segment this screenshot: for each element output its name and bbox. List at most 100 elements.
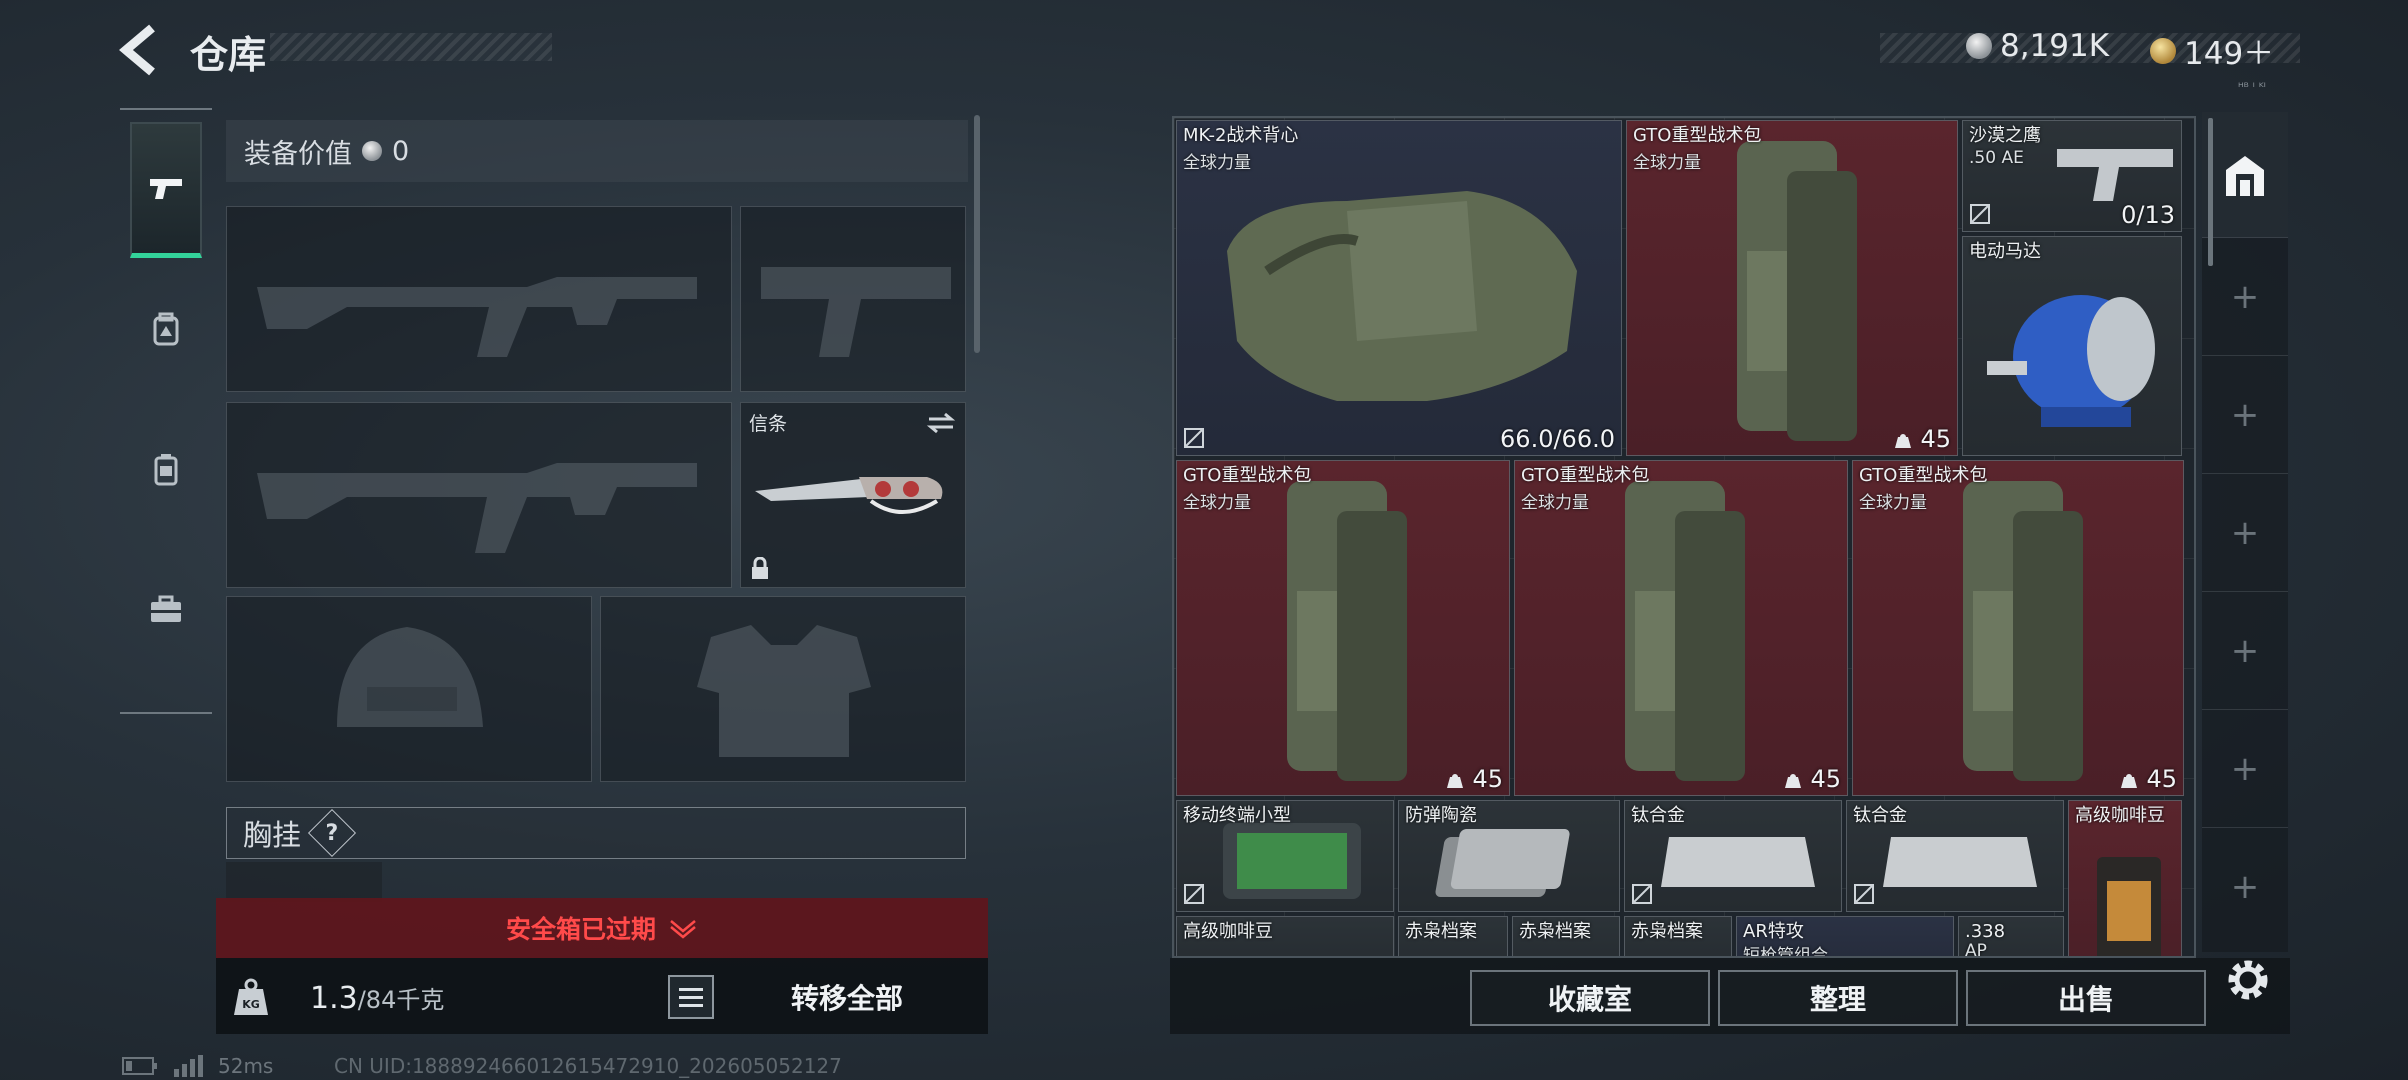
item-coffee-beans[interactable]: 高级咖啡豆 xyxy=(2068,800,2182,956)
storage-tab-add[interactable]: + xyxy=(2202,592,2288,710)
item-ammo: 0/13 xyxy=(2121,201,2175,229)
swap-icon[interactable] xyxy=(925,411,957,435)
item-sub: AP xyxy=(1965,941,1987,958)
item-desert-eagle[interactable]: 沙漠之鹰 .50 AE 0/13 xyxy=(1962,120,2182,232)
item-name: 赤枭档案 xyxy=(1631,921,1703,942)
no-insure-icon xyxy=(1853,883,1875,905)
safe-box-expired-banner[interactable]: 安全箱已过期 xyxy=(216,898,988,958)
expired-text: 安全箱已过期 xyxy=(505,915,656,944)
knife-icon xyxy=(755,477,943,514)
organize-button[interactable]: 整理 xyxy=(1718,970,1958,1026)
item-338-ammo[interactable]: .338 AP xyxy=(1958,916,2064,958)
status-bar: 52ms xyxy=(122,1054,273,1078)
item-ceramic-plate[interactable]: 防弹陶瓷 xyxy=(1398,800,1620,912)
category-weapons[interactable] xyxy=(130,122,202,258)
category-container[interactable] xyxy=(130,402,202,538)
category-toolbox[interactable] xyxy=(130,542,202,678)
item-red-owl-file[interactable]: 赤枭档案 xyxy=(1624,916,1732,956)
melee-slot[interactable]: 信条 xyxy=(740,402,966,588)
item-sub: 全球力量 xyxy=(1183,153,1251,173)
storage-tab-add[interactable]: + xyxy=(2202,828,2288,946)
item-name: 电动马达 xyxy=(1969,241,2041,262)
storage-tabs-scrollbar[interactable] xyxy=(2208,118,2213,266)
equipment-scrollbar[interactable] xyxy=(974,115,980,353)
item-coffee-beans[interactable]: 高级咖啡豆 xyxy=(1176,916,1394,956)
pistol-silhouette-icon xyxy=(761,267,951,357)
secondary-weapon-slot[interactable] xyxy=(226,402,732,588)
ceramic-plate-icon xyxy=(1435,829,1570,897)
capacity-icon xyxy=(1895,434,1912,448)
item-ar-kit[interactable]: AR特攻 短枪管组合 xyxy=(1736,916,1954,958)
coffee-bag-icon xyxy=(2097,857,2161,956)
no-insure-icon xyxy=(1969,203,1991,225)
no-insure-icon xyxy=(1631,883,1653,905)
item-red-owl-file[interactable]: 赤枭档案 xyxy=(1398,916,1508,956)
item-sub: 全球力量 xyxy=(1521,493,1589,513)
back-button[interactable] xyxy=(118,22,168,78)
item-titanium[interactable]: 钛合金 xyxy=(1846,800,2064,912)
helmet-slot[interactable] xyxy=(226,596,592,782)
item-electric-motor[interactable]: 电动马达 xyxy=(1962,236,2182,456)
item-gto-bag[interactable]: GTO重型战术包 全球力量 45 xyxy=(1852,460,2184,796)
user-uid: CN UID:1888924660126154729​10_2026050521… xyxy=(334,1054,842,1078)
item-vest[interactable]: MK-2战术背心 全球力量 66.0/66.0 xyxy=(1176,120,1622,456)
currency-gold-value: 149＋ xyxy=(2184,36,2275,72)
list-view-button[interactable] xyxy=(668,975,714,1019)
item-sub: 全球力量 xyxy=(1859,493,1927,513)
collection-room-button[interactable]: 收藏室 xyxy=(1470,970,1710,1026)
lock-icon xyxy=(752,557,768,579)
item-count-value: 45 xyxy=(1810,765,1841,793)
item-red-owl-file[interactable]: 赤枭档案 xyxy=(1512,916,1620,956)
chest-rig-slot[interactable]: 胸挂 ? xyxy=(226,807,966,859)
item-gto-bag[interactable]: GTO重型战术包 全球力量 45 xyxy=(1626,120,1958,456)
item-mobile-terminal[interactable]: 移动终端小型 xyxy=(1176,800,1394,912)
silver-coin-icon xyxy=(362,141,382,161)
vest-icon xyxy=(1227,191,1577,401)
list-icon-line xyxy=(679,1003,703,1007)
armor-silhouette-icon xyxy=(697,625,871,757)
sell-button[interactable]: 出售 xyxy=(1966,970,2206,1026)
item-name: GTO重型战术包 xyxy=(1633,125,1762,146)
category-backpack[interactable] xyxy=(130,262,202,398)
no-insure-icon xyxy=(1183,883,1205,905)
item-count: 45 xyxy=(1892,425,1951,453)
chest-rig-item[interactable] xyxy=(226,862,382,902)
item-name: 沙漠之鹰 xyxy=(1969,125,2041,146)
backpack-icon xyxy=(1963,481,2083,781)
chest-rig-label: 胸挂 xyxy=(243,818,302,852)
backpack-icon xyxy=(1625,481,1745,781)
weight-readout: 1.3/84千克 xyxy=(310,980,444,1016)
storage-grid[interactable]: MK-2战术背心 全球力量 66.0/66.0 GTO重型战术包 全球力量 45… xyxy=(1172,116,2196,958)
primary-weapon-slot[interactable] xyxy=(226,206,732,392)
item-sub: 短枪管组合 xyxy=(1743,946,1828,958)
item-name: 赤枭档案 xyxy=(1405,921,1477,942)
storage-tab-main[interactable] xyxy=(2202,112,2288,238)
storage-tab-add[interactable]: + xyxy=(2202,474,2288,592)
storage-tab-add[interactable]: + xyxy=(2202,356,2288,474)
pistol-slot[interactable] xyxy=(740,206,966,392)
currency-gold[interactable]: 149＋ xyxy=(2150,28,2274,73)
storage-tab-add[interactable]: + xyxy=(2202,238,2288,356)
settings-button[interactable] xyxy=(2220,952,2276,1008)
item-name: .338 xyxy=(1965,921,2006,942)
item-name: 高级咖啡豆 xyxy=(1183,921,1273,942)
tiny-label: ᴴᴮ ᴵ ᴷᴵ xyxy=(2238,80,2266,94)
item-gto-bag[interactable]: GTO重型战术包 全球力量 45 xyxy=(1514,460,1848,796)
item-name: MK-2战术背心 xyxy=(1183,125,1299,146)
page-title: 仓库 xyxy=(190,33,267,77)
transfer-all-button[interactable]: 转移全部 xyxy=(732,975,962,1019)
capacity-icon xyxy=(1447,774,1464,788)
help-icon[interactable]: ? xyxy=(307,808,357,858)
item-name: AR特攻 xyxy=(1743,921,1804,942)
no-insure-icon xyxy=(1183,427,1205,449)
currency-silver[interactable]: 8,191K xyxy=(1966,28,2109,64)
equipment-value-label: 装备价值 xyxy=(244,138,352,170)
item-gto-bag[interactable]: GTO重型战术包 全球力量 45 xyxy=(1176,460,1510,796)
armor-slot[interactable] xyxy=(600,596,966,782)
item-count: 45 xyxy=(1782,765,1841,793)
equipment-value-amount: 0 xyxy=(392,135,410,167)
storage-tab-add[interactable]: + xyxy=(2202,710,2288,828)
item-titanium[interactable]: 钛合金 xyxy=(1624,800,1842,912)
warehouse-icon xyxy=(2226,155,2264,196)
rifle-silhouette-icon xyxy=(257,277,697,357)
